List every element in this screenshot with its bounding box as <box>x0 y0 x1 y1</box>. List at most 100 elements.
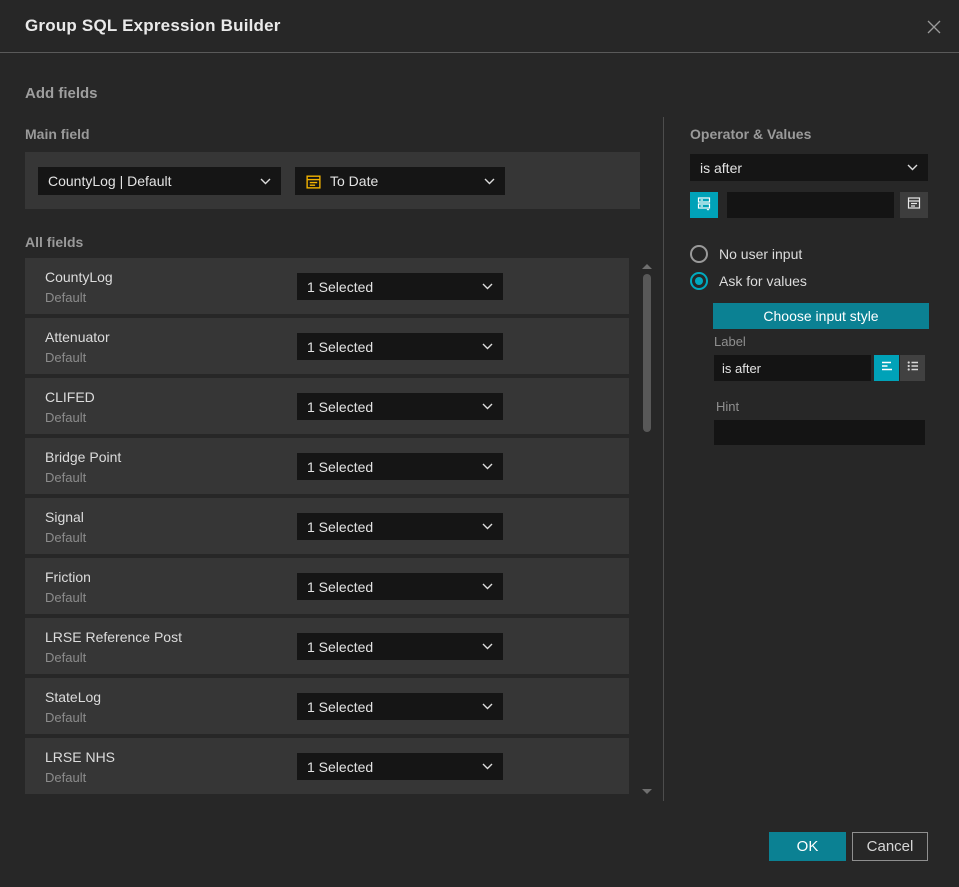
radio-ask-for-values[interactable]: Ask for values <box>690 272 807 290</box>
stacked-values-icon <box>696 195 712 216</box>
align-left-icon <box>880 359 894 378</box>
operator-dropdown[interactable]: is after <box>690 154 928 181</box>
field-selected-dropdown[interactable]: 1 Selected <box>297 393 503 420</box>
chevron-down-icon <box>482 463 493 470</box>
field-subtitle: Default <box>45 710 87 725</box>
chevron-down-icon <box>260 178 271 185</box>
radio-no-user-input[interactable]: No user input <box>690 245 802 263</box>
chevron-down-icon <box>484 178 495 185</box>
add-fields-heading: Add fields <box>25 85 98 102</box>
field-selected-dropdown-label: 1 Selected <box>307 758 374 775</box>
radio-circle-icon <box>690 245 708 263</box>
field-name: Signal <box>45 509 84 525</box>
all-fields-label: All fields <box>25 234 84 250</box>
main-field-type-dropdown[interactable]: To Date <box>295 167 505 195</box>
field-selected-dropdown[interactable]: 1 Selected <box>297 333 503 360</box>
hint-field-label: Hint <box>716 399 740 414</box>
field-name: LRSE Reference Post <box>45 629 182 645</box>
radio-no-user-input-label: No user input <box>719 246 803 262</box>
field-subtitle: Default <box>45 290 87 305</box>
cancel-button[interactable]: Cancel <box>852 832 928 861</box>
chevron-down-icon <box>482 763 493 770</box>
date-picker-button[interactable] <box>900 192 928 218</box>
field-row: StateLog Default 1 Selected <box>25 678 629 734</box>
field-name: Attenuator <box>45 329 110 345</box>
value-input-type-button[interactable] <box>690 192 718 218</box>
field-row: CLIFED Default 1 Selected <box>25 378 629 434</box>
chevron-down-icon <box>482 283 493 290</box>
field-name: StateLog <box>45 689 102 705</box>
field-selected-dropdown[interactable]: 1 Selected <box>297 753 503 780</box>
date-value-input[interactable] <box>727 192 894 218</box>
field-name: Bridge Point <box>45 449 122 465</box>
chevron-down-icon <box>907 164 918 171</box>
field-selected-dropdown-label: 1 Selected <box>307 398 374 415</box>
field-selected-dropdown-label: 1 Selected <box>307 518 374 535</box>
chevron-down-icon <box>482 403 493 410</box>
close-icon[interactable] <box>923 16 945 38</box>
field-subtitle: Default <box>45 470 87 485</box>
ok-button[interactable]: OK <box>769 832 846 861</box>
hint-input[interactable] <box>714 420 925 445</box>
field-row: Friction Default 1 Selected <box>25 558 629 614</box>
scrollbar-down-arrow[interactable] <box>642 789 652 794</box>
chevron-down-icon <box>482 583 493 590</box>
field-selected-dropdown[interactable]: 1 Selected <box>297 273 503 300</box>
field-row: CountyLog Default 1 Selected <box>25 258 629 314</box>
field-selected-dropdown[interactable]: 1 Selected <box>297 633 503 660</box>
field-selected-dropdown-label: 1 Selected <box>307 338 374 355</box>
main-field-dropdown-value: CountyLog | Default <box>48 173 172 189</box>
list-style-icon <box>906 359 920 378</box>
calendar-icon <box>906 195 922 216</box>
field-subtitle: Default <box>45 770 87 785</box>
input-style-list-toggle[interactable] <box>900 355 925 381</box>
all-fields-list: CountyLog Default 1 Selected Attenuator … <box>25 258 629 798</box>
field-selected-dropdown-label: 1 Selected <box>307 458 374 475</box>
field-selected-dropdown[interactable]: 1 Selected <box>297 573 503 600</box>
field-subtitle: Default <box>45 530 87 545</box>
chevron-down-icon <box>482 523 493 530</box>
main-field-dropdown[interactable]: CountyLog | Default <box>38 167 281 195</box>
field-selected-dropdown[interactable]: 1 Selected <box>297 513 503 540</box>
operator-dropdown-value: is after <box>700 159 743 176</box>
field-subtitle: Default <box>45 410 87 425</box>
field-selected-dropdown-label: 1 Selected <box>307 698 374 715</box>
chevron-down-icon <box>482 703 493 710</box>
calendar-icon <box>305 173 322 190</box>
radio-circle-selected-icon <box>690 272 708 290</box>
field-row: LRSE NHS Default 1 Selected <box>25 738 629 794</box>
scrollbar-thumb[interactable] <box>643 274 651 432</box>
field-name: CountyLog <box>45 269 113 285</box>
operator-values-heading: Operator & Values <box>690 126 812 142</box>
main-field-label: Main field <box>25 126 90 142</box>
choose-input-style-button[interactable]: Choose input style <box>713 303 929 329</box>
field-row: Bridge Point Default 1 Selected <box>25 438 629 494</box>
group-sql-expression-builder-dialog: Group SQL Expression Builder Add fields … <box>0 0 959 887</box>
label-input[interactable] <box>714 355 871 381</box>
field-name: Friction <box>45 569 91 585</box>
field-name: CLIFED <box>45 389 95 405</box>
scrollbar-up-arrow[interactable] <box>642 264 652 269</box>
field-selected-dropdown-label: 1 Selected <box>307 638 374 655</box>
field-selected-dropdown[interactable]: 1 Selected <box>297 453 503 480</box>
field-selected-dropdown[interactable]: 1 Selected <box>297 693 503 720</box>
field-name: LRSE NHS <box>45 749 116 765</box>
field-subtitle: Default <box>45 590 87 605</box>
main-field-type-value: To Date <box>330 173 379 189</box>
dialog-header: Group SQL Expression Builder <box>0 0 959 53</box>
field-row: LRSE Reference Post Default 1 Selected <box>25 618 629 674</box>
field-subtitle: Default <box>45 350 87 365</box>
chevron-down-icon <box>482 343 493 350</box>
field-selected-dropdown-label: 1 Selected <box>307 278 374 295</box>
field-selected-dropdown-label: 1 Selected <box>307 578 374 595</box>
field-subtitle: Default <box>45 650 87 665</box>
field-row: Attenuator Default 1 Selected <box>25 318 629 374</box>
radio-ask-for-values-label: Ask for values <box>719 273 807 289</box>
dialog-title: Group SQL Expression Builder <box>25 16 281 35</box>
main-field-box: CountyLog | Default To Date <box>25 152 640 209</box>
label-field-label: Label <box>714 334 746 349</box>
field-row: Signal Default 1 Selected <box>25 498 629 554</box>
input-style-single-toggle[interactable] <box>874 355 899 381</box>
panel-divider <box>663 117 664 801</box>
chevron-down-icon <box>482 643 493 650</box>
